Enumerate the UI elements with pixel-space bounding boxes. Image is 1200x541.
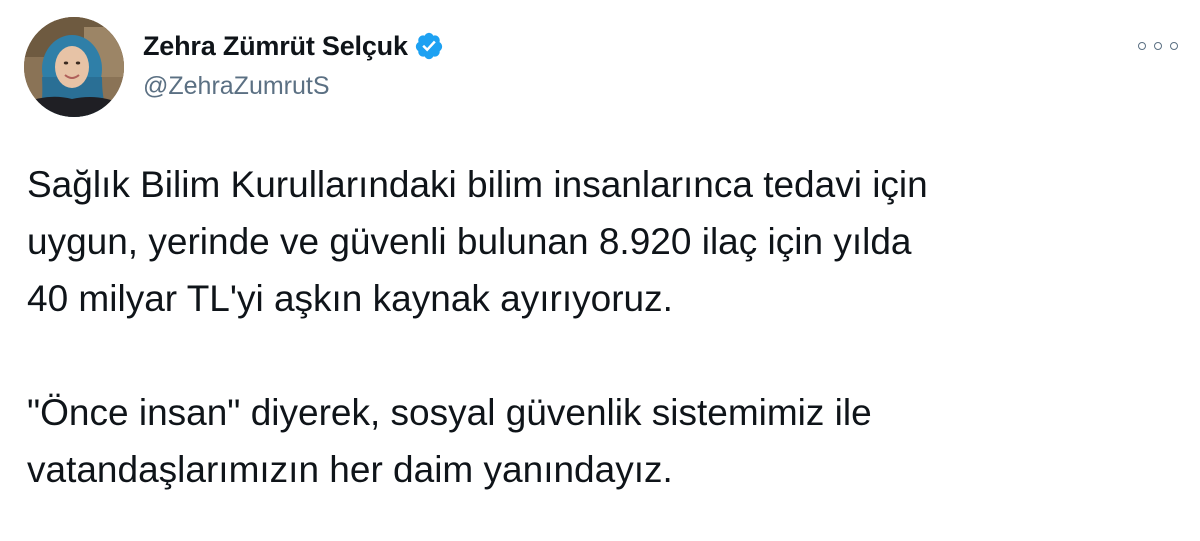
more-dot bbox=[1138, 42, 1146, 50]
more-options-icon[interactable] bbox=[1138, 34, 1178, 58]
more-dot bbox=[1170, 42, 1178, 50]
user-avatar[interactable] bbox=[24, 17, 124, 117]
tweet-text-line: 40 milyar TL'yi aşkın kaynak ayırıyoruz. bbox=[27, 278, 673, 319]
author-handle[interactable]: @ZehraZumrutS bbox=[143, 72, 330, 101]
tweet-card: Zehra Zümrüt Selçuk @ZehraZumrutS Sağlık… bbox=[0, 0, 1200, 541]
tweet-text-line: "Önce insan" diyerek, sosyal güvenlik si… bbox=[27, 392, 872, 433]
author-name-row: Zehra Zümrüt Selçuk bbox=[143, 28, 444, 64]
more-dot bbox=[1154, 42, 1162, 50]
verified-badge-icon bbox=[414, 31, 444, 61]
tweet-text-line: vatandaşlarımızın her daim yanındayız. bbox=[27, 449, 673, 490]
tweet-text-line: Sağlık Bilim Kurullarındaki bilim insanl… bbox=[27, 164, 928, 205]
author-display-name[interactable]: Zehra Zümrüt Selçuk bbox=[143, 31, 408, 62]
tweet-text-line: uygun, yerinde ve güvenli bulunan 8.920 … bbox=[27, 221, 912, 262]
tweet-body: Sağlık Bilim Kurullarındaki bilim insanl… bbox=[27, 156, 1177, 498]
avatar-photo bbox=[24, 17, 124, 117]
